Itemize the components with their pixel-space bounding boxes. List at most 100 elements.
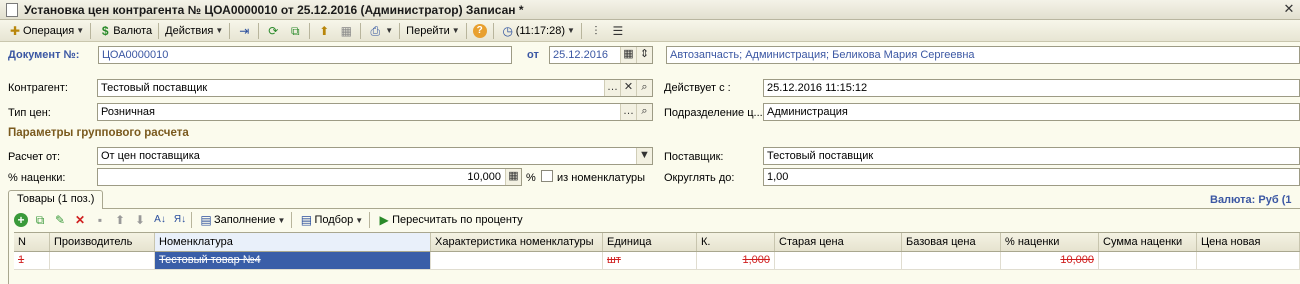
print-icon: ⎙	[370, 23, 381, 38]
recalc-button[interactable]: ▶ Пересчитать по проценту	[373, 211, 525, 229]
counterparty-label: Контрагент:	[8, 82, 68, 94]
chevron-down-icon: ▼	[215, 26, 224, 35]
price-type-label: Тип цен:	[8, 107, 51, 119]
spin-icon[interactable]: ⇕	[636, 47, 652, 63]
from-nomenclature-checkbox[interactable]	[541, 170, 553, 182]
valid-from-field[interactable]: 25.12.2016 11:15:12	[763, 79, 1300, 97]
actions-label: Действия	[165, 24, 214, 37]
actions-menu[interactable]: Действия ▼	[162, 22, 226, 40]
column-header[interactable]: Номенклатура	[155, 233, 431, 251]
goto-menu[interactable]: Перейти ▼	[403, 22, 463, 40]
print-menu[interactable]: ⎙ ▼	[364, 22, 396, 40]
refresh-icon: ⟳	[268, 23, 279, 38]
tab-goods[interactable]: Товары (1 поз.)	[8, 190, 104, 209]
move-down-icon[interactable]: ⬇	[132, 212, 148, 228]
currency-button[interactable]: $ Валюта	[94, 22, 155, 40]
column-header[interactable]: N	[14, 233, 50, 251]
help-button[interactable]: ?	[470, 22, 490, 40]
cell-k[interactable]: 1,000	[697, 252, 775, 269]
doc-number-field[interactable]: ЦОА0000010	[98, 46, 512, 64]
copy-icon: ⧉	[290, 23, 300, 38]
ellipsis-icon[interactable]: …	[620, 104, 636, 120]
cell-markup-sum[interactable]	[1099, 252, 1197, 269]
search-icon[interactable]: ⌕	[636, 104, 652, 120]
column-header[interactable]: Цена новая	[1197, 233, 1300, 251]
search-icon[interactable]: ⌕	[636, 80, 652, 96]
calc-from-label: Расчет от:	[8, 151, 61, 163]
structure-button[interactable]: ▦	[335, 22, 357, 40]
edit-icon[interactable]: ✎	[52, 212, 68, 228]
copy-row-icon[interactable]: ⧉	[32, 212, 48, 228]
currency-label: Валюта	[113, 24, 153, 37]
select-menu[interactable]: ▤ Подбор ▼	[295, 211, 366, 229]
table-row[interactable]: 1 Тестовый товар №4 шт 1,000 10,000	[14, 252, 1300, 270]
toolbar-divider	[492, 22, 494, 39]
cell-characteristic[interactable]	[431, 252, 603, 269]
org-info-field[interactable]: Автозапчасть; Администрация; Беликова Ма…	[666, 46, 1300, 64]
cell-item[interactable]: Тестовый товар №4	[155, 252, 431, 269]
delete-icon[interactable]: ✕	[72, 212, 88, 228]
sort-asc-icon[interactable]: A↓	[152, 212, 168, 228]
sort-desc-icon[interactable]: Я↓	[172, 212, 188, 228]
copy-button[interactable]: ⧉	[284, 22, 306, 40]
column-header[interactable]: Базовая цена	[902, 233, 1001, 251]
clear-icon[interactable]: ✕	[620, 80, 636, 96]
calculator-icon[interactable]: ▦	[505, 169, 521, 185]
operation-icon: ✚	[9, 23, 21, 38]
cell-old-price[interactable]	[775, 252, 902, 269]
move-up-icon[interactable]: ⬆	[112, 212, 128, 228]
column-header[interactable]: К.	[697, 233, 775, 251]
ellipsis-icon[interactable]: …	[604, 80, 620, 96]
post-button[interactable]: ⇥	[233, 22, 255, 40]
cell-new-price[interactable]	[1197, 252, 1300, 269]
column-header[interactable]: Сумма наценки	[1099, 233, 1197, 251]
department-field[interactable]: Администрация	[763, 103, 1300, 121]
calc-from-select[interactable]: От цен поставщика ▼	[97, 147, 653, 165]
list-button[interactable]: ☰	[607, 22, 629, 40]
add-icon[interactable]: +	[14, 213, 28, 227]
cell-base-price[interactable]	[902, 252, 1001, 269]
column-header[interactable]: Старая цена	[775, 233, 902, 251]
column-header[interactable]: % наценки	[1001, 233, 1099, 251]
refresh-button[interactable]: ⟳	[262, 22, 284, 40]
toolbar-divider	[191, 212, 192, 228]
help-icon: ?	[472, 23, 487, 38]
list-icon: ☰	[612, 23, 624, 38]
doc-number-label: Документ №:	[8, 49, 80, 61]
price-type-field[interactable]: Розничная … ⌕	[97, 103, 653, 121]
chevron-down-icon: ▼	[451, 26, 460, 35]
end-edit-icon[interactable]: ▪	[92, 212, 108, 228]
operation-label: Операция	[23, 24, 75, 37]
recalc-label: Пересчитать по проценту	[392, 214, 523, 226]
supplier-field[interactable]: Тестовый поставщик	[763, 147, 1300, 165]
cell-n[interactable]: 1	[14, 252, 50, 269]
time-menu[interactable]: ◷ (11:17:28) ▼	[497, 22, 578, 40]
column-header[interactable]: Характеристика номенклатуры	[431, 233, 603, 251]
markup-field[interactable]: 10,000 ▦	[97, 168, 522, 186]
column-header[interactable]: Производитель	[50, 233, 155, 251]
column-header[interactable]: Единица	[603, 233, 697, 251]
export-button[interactable]: ⬆	[313, 22, 335, 40]
chevron-down-icon: ▼	[355, 215, 364, 225]
post-icon: ⇥	[239, 23, 250, 38]
group-calc-section-title: Параметры группового расчета	[8, 127, 189, 139]
toolbar-divider	[229, 22, 231, 39]
calc-from-value: От цен поставщика	[101, 150, 200, 162]
counterparty-field[interactable]: Тестовый поставщик … ✕ ⌕	[97, 79, 653, 97]
cell-markup[interactable]: 10,000	[1001, 252, 1099, 269]
operation-menu[interactable]: ✚ Операция ▼	[4, 22, 87, 40]
toolbar-divider	[90, 22, 92, 39]
date-field[interactable]: 25.12.2016 ▦ ⇕	[549, 46, 653, 64]
cell-maker[interactable]	[50, 252, 155, 269]
round-field[interactable]: 1,00	[763, 168, 1300, 186]
title-bar: Установка цен контрагента № ЦОА0000010 о…	[0, 0, 1300, 20]
tree-button[interactable]: ⫶	[585, 22, 607, 40]
fill-menu[interactable]: ▤ Заполнение ▼	[195, 211, 288, 229]
tree-icon: ⫶	[594, 23, 598, 38]
markup-value: 10,000	[467, 171, 501, 183]
close-icon[interactable]: ✕	[1282, 2, 1296, 16]
calendar-icon[interactable]: ▦	[620, 47, 636, 63]
date-label: от	[527, 49, 539, 61]
chevron-down-icon[interactable]: ▼	[636, 148, 652, 164]
cell-unit[interactable]: шт	[603, 252, 697, 269]
